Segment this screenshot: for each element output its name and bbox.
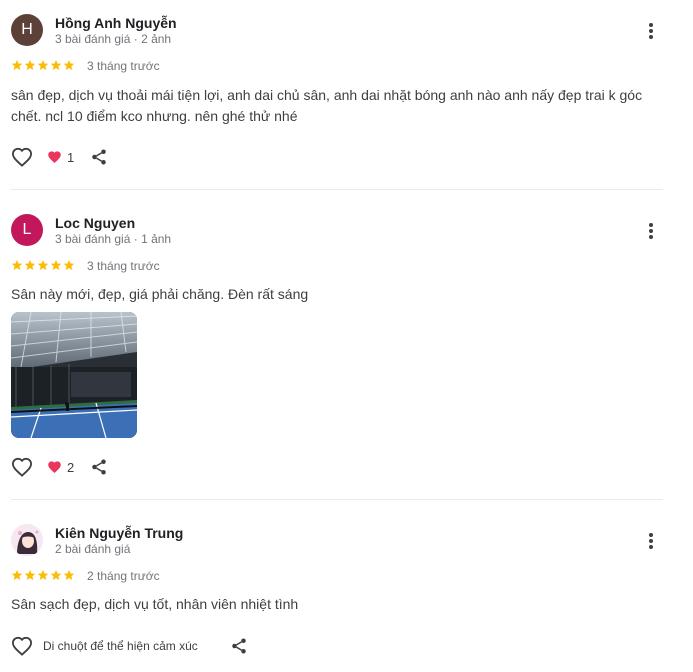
heart-outline-icon [11, 457, 33, 477]
star-rating [11, 59, 75, 71]
reviewer-meta: 3 bài đánh giá · 1 ảnh [55, 232, 172, 246]
heart-filled-icon [48, 151, 61, 163]
star-rating [11, 259, 75, 271]
review-divider [11, 499, 663, 500]
like-button[interactable]: Di chuột để thể hiện cảm xúc [11, 636, 198, 656]
review-date: 3 tháng trước [87, 59, 160, 73]
reaction-count: 2 [67, 459, 75, 475]
star-icon [24, 60, 36, 70]
star-icon [24, 570, 36, 580]
avatar[interactable]: H [11, 14, 43, 46]
review-photo[interactable] [11, 312, 137, 438]
star-icon [63, 570, 75, 580]
reaction-hover-hint: Di chuột để thể hiện cảm xúc [43, 639, 198, 653]
star-icon [37, 570, 49, 580]
review-date: 3 tháng trước [87, 259, 160, 273]
reviewer-meta: 3 bài đánh giá · 2 ảnh [55, 32, 172, 46]
reviewer-name[interactable]: Hồng Anh Nguyễn [55, 15, 177, 31]
avatar[interactable] [11, 524, 43, 556]
reviewer-meta: 2 bài đánh giá [55, 542, 131, 556]
share-button[interactable] [230, 637, 248, 655]
more-vertical-icon [649, 23, 653, 39]
share-button[interactable] [90, 458, 108, 476]
reaction-count: 1 [67, 149, 75, 165]
more-options-button[interactable] [640, 20, 662, 42]
like-button[interactable] [11, 147, 33, 167]
heart-filled-icon [48, 461, 61, 473]
review-date: 2 tháng trước [87, 569, 160, 583]
heart-outline-icon [11, 636, 33, 656]
avatar-photo [11, 524, 43, 556]
star-icon [50, 60, 62, 70]
star-icon [11, 570, 23, 580]
reviewer-name[interactable]: Loc Nguyen [55, 215, 135, 231]
review-text: Sân sạch đẹp, dịch vụ tốt, nhân viên nhi… [11, 596, 299, 612]
more-options-button[interactable] [640, 220, 662, 242]
share-icon [92, 149, 106, 165]
reactions-button[interactable]: 1 [47, 150, 74, 165]
review-actions: 2 [11, 455, 108, 479]
review-actions: Di chuột để thể hiện cảm xúc [11, 634, 248, 658]
share-icon [92, 459, 106, 475]
share-icon [232, 638, 246, 654]
review-text: Sân này mới, đẹp, giá phải chăng. Đèn rấ… [11, 286, 309, 302]
star-icon [11, 60, 23, 70]
more-vertical-icon [649, 223, 653, 239]
heart-outline-icon [11, 147, 33, 167]
star-icon [50, 570, 62, 580]
more-options-button[interactable] [640, 530, 662, 552]
court-photo-image [11, 312, 137, 438]
star-rating [11, 569, 75, 581]
more-vertical-icon [649, 533, 653, 549]
star-icon [37, 60, 49, 70]
review-divider [11, 189, 663, 190]
star-icon [63, 260, 75, 270]
like-button[interactable] [11, 457, 33, 477]
review-text: sân đẹp, dịch vụ thoải mái tiện lợi, anh… [11, 87, 643, 124]
star-icon [50, 260, 62, 270]
star-icon [37, 260, 49, 270]
star-icon [63, 60, 75, 70]
star-icon [24, 260, 36, 270]
avatar[interactable]: L [11, 214, 43, 246]
reactions-button[interactable]: 2 [47, 460, 74, 475]
avatar-letter: L [22, 221, 32, 238]
reviewer-name[interactable]: Kiên Nguyễn Trung [55, 525, 183, 541]
avatar-letter: H [21, 21, 33, 38]
review-actions: 1 [11, 145, 108, 169]
share-button[interactable] [90, 148, 108, 166]
star-icon [11, 260, 23, 270]
